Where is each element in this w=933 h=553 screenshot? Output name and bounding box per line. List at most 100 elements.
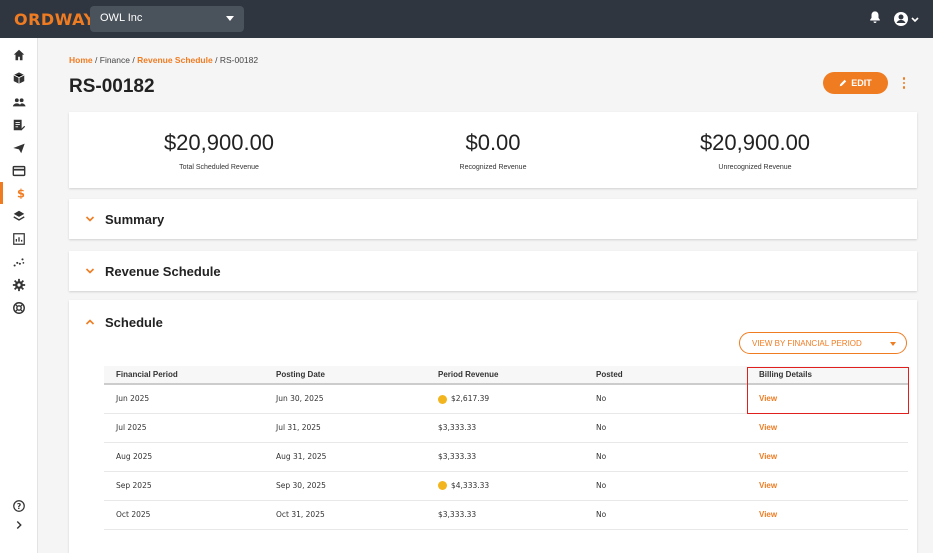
cell-posted: No (584, 413, 747, 443)
schedule-table: Financial Period Posting Date Period Rev… (104, 366, 908, 530)
cell-revenue: $2,617.39 (426, 384, 584, 414)
support-icon[interactable] (0, 297, 38, 319)
pencil-icon (840, 79, 847, 87)
column-header[interactable]: Posting Date (264, 366, 426, 385)
revenue-value: $2,617.39 (451, 394, 490, 403)
view-link[interactable]: View (747, 384, 908, 414)
cell-date: Jun 30, 2025 (264, 384, 426, 414)
users-icon[interactable] (0, 91, 38, 113)
stat-label: Recognized Revenue (459, 164, 527, 171)
edit-button[interactable]: EDIT (823, 72, 888, 94)
edit-button-label: EDIT (851, 78, 872, 88)
revenue-stats-card: $20,900.00 Total Scheduled Revenue $0.00… (69, 112, 917, 188)
cell-posted: No (584, 471, 747, 501)
chevron-down-icon (85, 268, 95, 274)
revenue-value: $3,333.33 (438, 423, 477, 432)
stat-label: Unrecognized Revenue (718, 164, 792, 171)
column-header[interactable]: Posted (584, 366, 747, 385)
org-selector[interactable]: OWL Inc (90, 6, 244, 32)
cell-posted: No (584, 384, 747, 414)
send-icon[interactable] (0, 137, 38, 159)
table-row: Aug 2025 Aug 31, 2025 $3,333.33 No View (104, 442, 908, 472)
chevron-down-icon (85, 216, 95, 222)
coin-icon (438, 481, 447, 491)
recognized-revenue: $0.00 Recognized Revenue (373, 130, 613, 171)
chevron-up-icon (85, 319, 95, 325)
stat-value: $20,900.00 (163, 130, 275, 155)
table-row: Jun 2025 Jun 30, 2025 $2,617.39 No View (104, 384, 908, 414)
cell-revenue: $3,333.33 (426, 500, 584, 530)
dollar-icon[interactable]: $ (0, 182, 38, 204)
view-link[interactable]: View (747, 500, 908, 530)
breadcrumb-revenue-schedule[interactable]: Revenue Schedule (137, 55, 213, 65)
view-link[interactable]: View (747, 442, 908, 472)
settings-icon[interactable] (0, 274, 38, 296)
revenue-value: $4,333.33 (451, 480, 490, 490)
view-link[interactable]: View (747, 413, 908, 443)
invoice-icon[interactable] (0, 114, 38, 136)
breadcrumb-home[interactable]: Home (69, 55, 93, 65)
cell-date: Jul 31, 2025 (264, 413, 426, 443)
cell-date: Sep 30, 2025 (264, 471, 426, 501)
breadcrumb-current: RS-00182 (219, 55, 259, 65)
section-title: Summary (105, 211, 165, 227)
table-header-row: Financial Period Posting Date Period Rev… (104, 366, 908, 385)
cell-period: Oct 2025 (104, 500, 264, 530)
schedule-section: Schedule VIEW BY FINANCIAL PERIOD Financ… (69, 300, 917, 553)
stat-value: $0.00 (465, 130, 521, 155)
expand-icon[interactable] (0, 514, 38, 536)
revenue-schedule-section[interactable]: Revenue Schedule (69, 251, 917, 291)
more-options-icon[interactable] (898, 75, 910, 91)
cell-date: Oct 31, 2025 (264, 500, 426, 530)
section-title: Revenue Schedule (105, 263, 221, 279)
top-bar: ORDWAY OWL Inc (0, 0, 933, 38)
breadcrumb-separator: / (132, 55, 135, 65)
cell-period: Aug 2025 (104, 442, 264, 472)
section-title: Schedule (105, 314, 163, 330)
page-title: RS-00182 (69, 76, 155, 97)
table-row: Oct 2025 Oct 31, 2025 $3,333.33 No View (104, 500, 908, 530)
unrecognized-revenue: $20,900.00 Unrecognized Revenue (635, 130, 875, 171)
cell-date: Aug 31, 2025 (264, 442, 426, 472)
column-header[interactable]: Billing Details (747, 366, 908, 385)
cell-revenue: $3,333.33 (426, 442, 584, 472)
view-by-select[interactable]: VIEW BY FINANCIAL PERIOD (739, 332, 907, 354)
cell-posted: No (584, 500, 747, 530)
cell-revenue: $3,333.33 (426, 413, 584, 443)
table-row: Jul 2025 Jul 31, 2025 $3,333.33 No View (104, 413, 908, 443)
user-menu[interactable] (893, 10, 923, 28)
stat-value: $20,900.00 (699, 130, 811, 155)
chevron-down-icon (226, 16, 234, 21)
org-name: OWL Inc (100, 12, 143, 24)
card-icon[interactable] (0, 160, 38, 182)
notification-bell-icon[interactable] (868, 10, 886, 28)
cell-revenue: $4,333.33 (426, 471, 584, 501)
column-header[interactable]: Period Revenue (426, 366, 584, 385)
svg-text:?: ? (17, 502, 22, 511)
revenue-value: $3,333.33 (438, 452, 477, 461)
home-icon[interactable] (0, 44, 38, 66)
cell-period: Jul 2025 (104, 413, 264, 443)
report-icon[interactable] (0, 228, 38, 250)
total-scheduled-revenue: $20,900.00 Total Scheduled Revenue (99, 130, 339, 171)
table-row: Sep 2025 Sep 30, 2025 $4,333.33 No View (104, 471, 908, 501)
cell-posted: No (584, 442, 747, 472)
svg-text:$: $ (17, 186, 25, 200)
box-icon[interactable] (0, 67, 38, 89)
summary-section[interactable]: Summary (69, 199, 917, 239)
stat-label: Total Scheduled Revenue (179, 164, 259, 171)
app-logo[interactable]: ORDWAY (14, 10, 96, 29)
column-header[interactable]: Financial Period (104, 366, 264, 385)
scatter-icon[interactable] (0, 251, 38, 273)
revenue-value: $3,333.33 (438, 510, 477, 519)
sidebar: $ ? (0, 38, 38, 553)
coin-icon (438, 394, 447, 404)
view-link[interactable]: View (747, 471, 908, 501)
breadcrumb: Home / Finance / Revenue Schedule / RS-0… (69, 55, 258, 65)
schedule-header[interactable]: Schedule (69, 300, 163, 344)
breadcrumb-separator: / (215, 55, 218, 65)
cell-period: Sep 2025 (104, 471, 264, 501)
chevron-down-icon (890, 342, 896, 346)
cell-period: Jun 2025 (104, 384, 264, 414)
layers-icon[interactable] (0, 205, 38, 227)
